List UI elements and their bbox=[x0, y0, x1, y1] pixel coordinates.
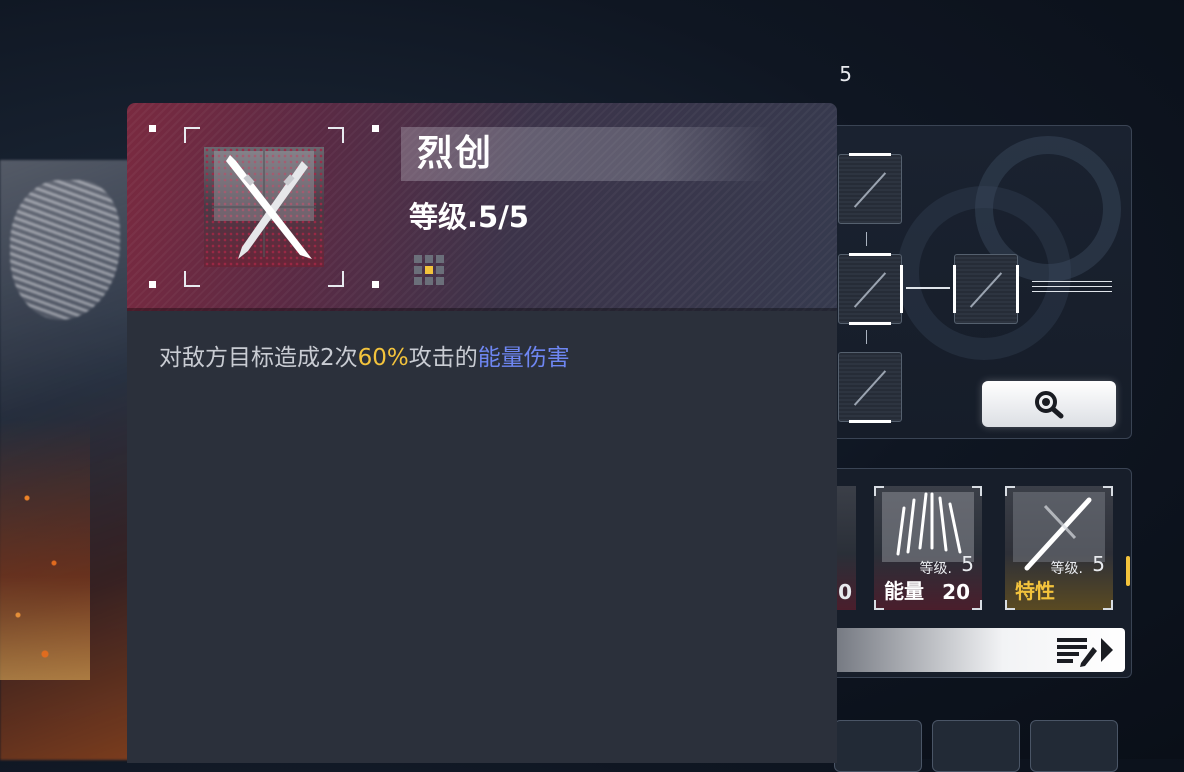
node-connector-triple bbox=[1032, 281, 1112, 293]
level-cell bbox=[414, 266, 422, 274]
bottom-skill-slot[interactable] bbox=[932, 720, 1020, 772]
skill-icon-frame bbox=[184, 127, 344, 287]
level-cell bbox=[436, 266, 444, 274]
level-cell bbox=[414, 255, 422, 263]
card-cost: 0 bbox=[838, 580, 852, 604]
skill-icon-background bbox=[204, 147, 324, 267]
skill-node-middle[interactable] bbox=[838, 253, 903, 325]
skill-node-bottom[interactable] bbox=[838, 352, 902, 423]
corner-dot bbox=[372, 125, 379, 132]
level-grid-icon bbox=[414, 255, 450, 291]
level-cell bbox=[425, 277, 433, 285]
crossed-swords-icon bbox=[212, 151, 316, 259]
skill-title: 烈创 bbox=[417, 133, 494, 174]
card-level-label: 等级. bbox=[919, 561, 952, 577]
card-name: 能量 bbox=[884, 579, 924, 603]
skill-level: 等级.5/5 bbox=[409, 200, 529, 234]
skill-description: 对敌方目标造成2次60%攻击的能量伤害 bbox=[159, 341, 570, 375]
node-connector bbox=[866, 330, 867, 344]
card-name: 特性 bbox=[1015, 579, 1055, 603]
zoom-button[interactable] bbox=[982, 381, 1116, 427]
desc-text: 攻击的 bbox=[408, 345, 478, 371]
scroll-indicator bbox=[1126, 556, 1130, 586]
spark-effects bbox=[0, 420, 90, 680]
corner-dot bbox=[372, 281, 379, 288]
skill-detail-popup: 烈创 等级.5/5 对敌方目标造成2次60%攻击的能量伤害 bbox=[127, 103, 837, 763]
bottom-skill-slot[interactable] bbox=[1030, 720, 1118, 772]
skill-list-button[interactable] bbox=[820, 628, 1125, 672]
skill-node-branch[interactable] bbox=[953, 254, 1019, 324]
list-edit-play-icon bbox=[1057, 638, 1113, 667]
card-cost: 20 bbox=[942, 580, 970, 604]
card-level-number: 5 bbox=[839, 62, 852, 86]
card-level-number: 5 bbox=[1092, 552, 1105, 576]
skill-card-trait[interactable]: 等级. 5 特性 bbox=[1005, 486, 1113, 610]
node-connector bbox=[866, 232, 867, 246]
desc-text: 对敌方目标造成2次 bbox=[159, 345, 358, 371]
skill-node-top[interactable] bbox=[838, 153, 902, 224]
desc-damage-type: 能量伤害 bbox=[477, 345, 570, 371]
level-cell bbox=[436, 255, 444, 263]
node-connector bbox=[906, 287, 950, 289]
card-level-label: 等级. bbox=[1050, 561, 1083, 577]
desc-value: 60% bbox=[357, 345, 409, 371]
skill-header: 烈创 等级.5/5 bbox=[127, 103, 837, 311]
bottom-skill-slot[interactable] bbox=[834, 720, 922, 772]
level-cell bbox=[436, 277, 444, 285]
corner-dot bbox=[149, 281, 156, 288]
level-cell bbox=[425, 255, 433, 263]
skill-card-energy[interactable]: 等级. 5 能量 20 bbox=[874, 486, 982, 610]
level-cell bbox=[414, 277, 422, 285]
magnifier-icon bbox=[1035, 391, 1064, 419]
corner-dot bbox=[149, 125, 156, 132]
level-cell-active bbox=[425, 266, 433, 274]
card-level-number: 5 bbox=[961, 552, 974, 576]
